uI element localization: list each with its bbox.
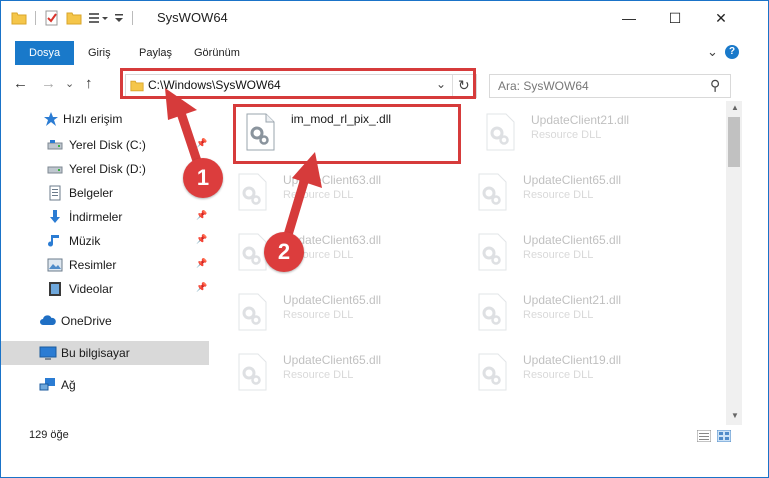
step-1-badge: 1 — [183, 158, 223, 198]
arrow-1-icon — [165, 88, 205, 175]
arrow-2-icon — [280, 152, 322, 250]
step-2-badge: 2 — [264, 232, 304, 272]
callout-arrows — [165, 88, 322, 250]
